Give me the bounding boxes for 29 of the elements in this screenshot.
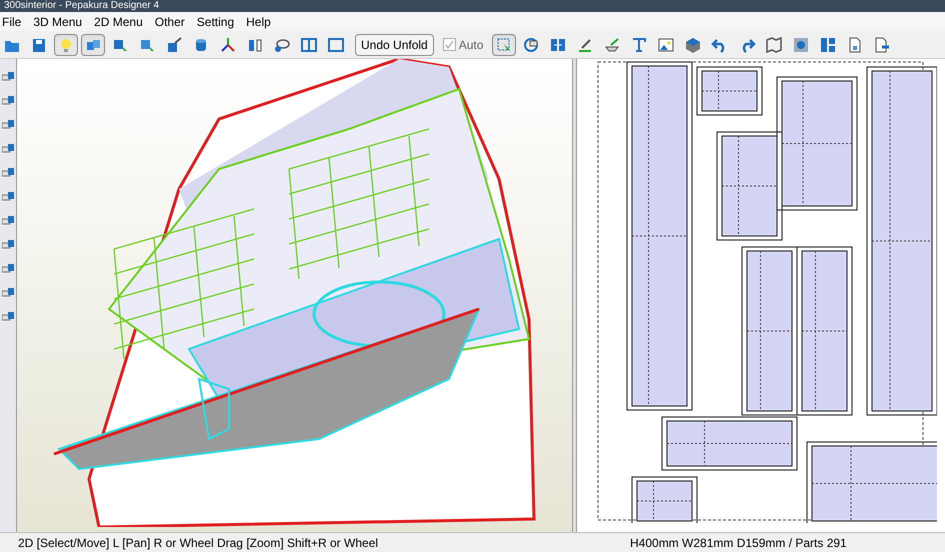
rotate-icon (522, 36, 540, 54)
menu-item[interactable]: Other (154, 12, 185, 30)
cube-pair-tool-button[interactable] (81, 34, 105, 56)
auto-label: Auto (458, 36, 484, 54)
axes-icon (219, 36, 237, 54)
lightbulb-tool-button[interactable] (54, 34, 78, 56)
menu-item[interactable]: Help (246, 12, 271, 30)
page-export-icon (873, 36, 892, 54)
window-title: 300sinterior - Pepakura Designer 4 (4, 1, 160, 11)
split-view-icon (300, 36, 318, 54)
folded-map-icon (765, 36, 784, 54)
single-view-icon (327, 36, 345, 54)
model-info: H400mm W281mm D159mm / Parts 291 (630, 534, 847, 552)
select-cursor-tool-button[interactable] (492, 34, 516, 56)
fit-view-icon (792, 36, 810, 54)
menu-item[interactable]: File (2, 12, 22, 30)
menu-item[interactable]: 3D Menu (33, 12, 82, 30)
cube-knife-icon (165, 36, 183, 54)
menu-item[interactable]: Setting (196, 12, 234, 30)
status-hint: 2D [Select/Move] L [Pan] R or Wheel Drag [Zoom] Shift+R or Wheel (17, 534, 380, 552)
image-icon (657, 36, 676, 54)
undo-unfold-button[interactable]: Undo Unfold (355, 34, 434, 56)
checkmark-icon (444, 40, 454, 49)
menu-item[interactable]: 2D Menu (94, 12, 143, 30)
pen-bowl-icon (603, 36, 622, 54)
layout-grid-icon (819, 36, 838, 54)
cube-icon (684, 36, 702, 54)
auto-checkbox[interactable] (442, 38, 456, 51)
text-tool-icon (630, 36, 648, 54)
